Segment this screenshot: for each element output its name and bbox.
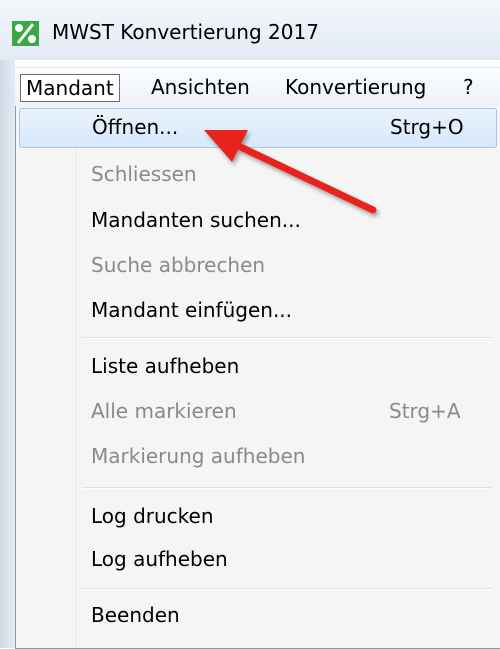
menu-item-label: Markierung aufheben bbox=[91, 444, 306, 468]
menu-help[interactable]: ? bbox=[458, 74, 479, 100]
menu-item-label: Suche abbrechen bbox=[91, 253, 266, 277]
menu-item-markierung-aufheben[interactable]: Markierung aufheben bbox=[19, 438, 495, 476]
menu-item-alle-markieren[interactable]: Alle markieren Strg+A bbox=[19, 393, 495, 431]
menu-item-liste-aufheben[interactable]: Liste aufheben bbox=[19, 348, 495, 386]
menu-item-suche-abbrechen[interactable]: Suche abbrechen bbox=[19, 247, 495, 285]
menu-item-label: Mandant einfügen... bbox=[91, 298, 293, 322]
menu-ansichten[interactable]: Ansichten bbox=[146, 74, 255, 100]
window-frame bbox=[0, 60, 15, 648]
menu-separator bbox=[82, 588, 492, 590]
menu-item-log-drucken[interactable]: Log drucken bbox=[19, 498, 495, 536]
menu-konvertierung[interactable]: Konvertierung bbox=[280, 74, 431, 100]
menu-item-shortcut: Strg+O bbox=[390, 115, 464, 139]
menu-item-label: Alle markieren bbox=[91, 399, 237, 423]
menu-item-label: Beenden bbox=[91, 603, 180, 627]
menu-bar: Mandant Ansichten Konvertierung ? bbox=[15, 67, 500, 108]
menu-item-label: Schliessen bbox=[91, 162, 197, 186]
menu-item-shortcut: Strg+A bbox=[389, 399, 461, 423]
menu-separator bbox=[82, 487, 492, 489]
red-arrow-annotation bbox=[204, 130, 377, 214]
menu-mandant[interactable]: Mandant bbox=[20, 74, 120, 102]
menu-item-beenden[interactable]: Beenden bbox=[19, 597, 495, 635]
app-icon bbox=[12, 21, 39, 46]
menu-separator bbox=[82, 337, 492, 339]
menu-item-log-aufheben[interactable]: Log aufheben bbox=[19, 541, 495, 579]
menu-item-label: Log drucken bbox=[91, 504, 214, 528]
menu-item-label: Öffnen... bbox=[92, 115, 179, 139]
menu-item-label: Liste aufheben bbox=[91, 354, 240, 378]
window-title: MWST Konvertierung 2017 bbox=[52, 20, 319, 44]
menu-item-label: Log aufheben bbox=[91, 547, 228, 571]
menu-item-mandant-einfuegen[interactable]: Mandant einfügen... bbox=[19, 292, 495, 330]
title-bar: MWST Konvertierung 2017 bbox=[0, 0, 500, 60]
